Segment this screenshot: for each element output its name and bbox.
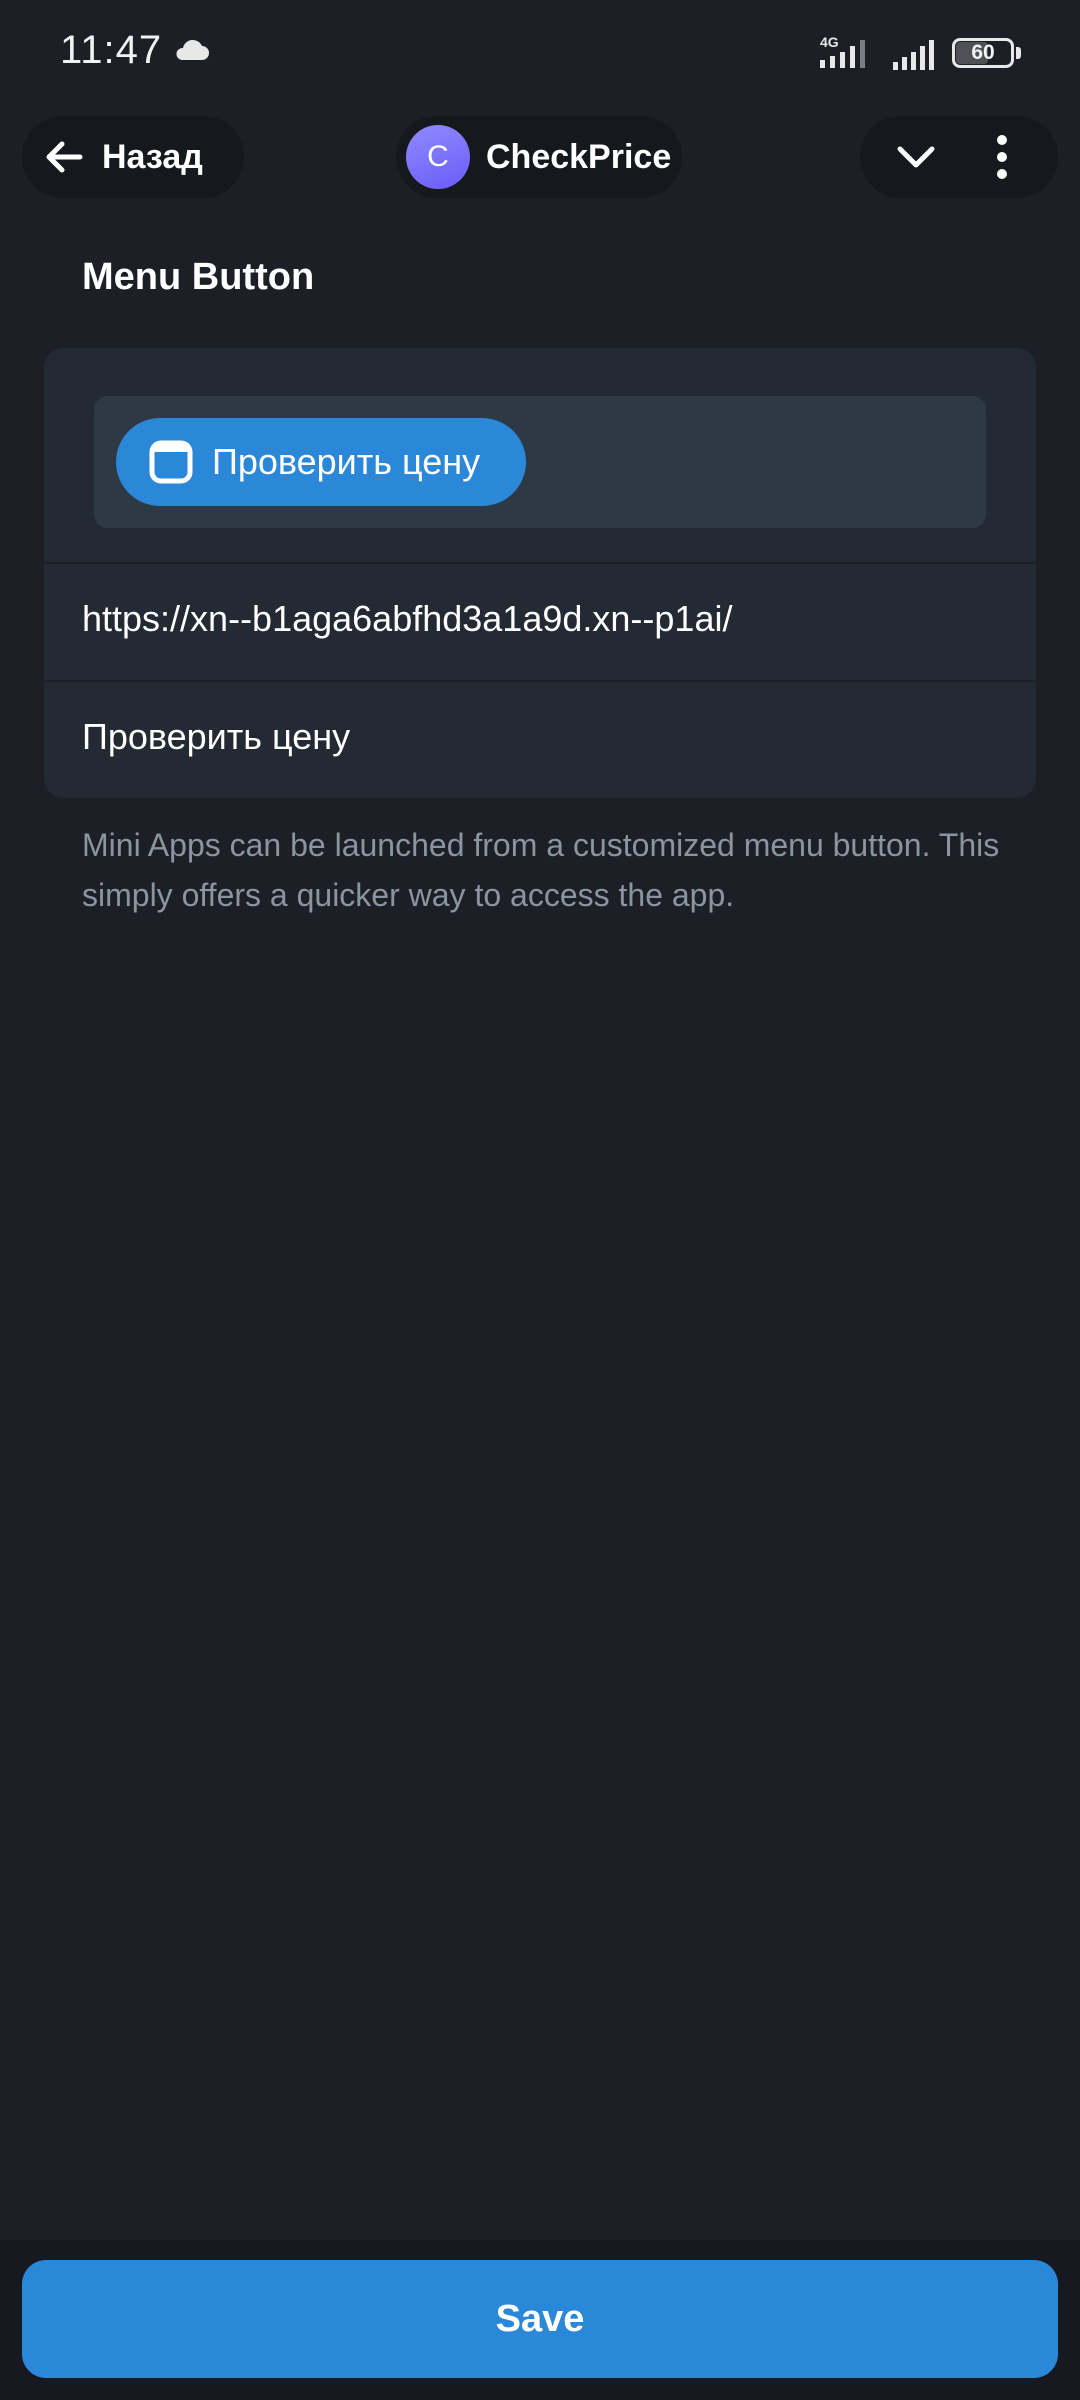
signal-4g-icon: 4G — [820, 34, 865, 68]
button-text-field[interactable]: Проверить цену — [82, 716, 1002, 758]
header-actions — [860, 116, 1058, 198]
battery-percent: 60 — [971, 41, 995, 64]
section-title: Menu Button — [82, 256, 315, 298]
avatar: C — [406, 125, 470, 189]
app-name: CheckPrice — [486, 137, 672, 176]
status-time: 11:47 — [60, 28, 163, 72]
arrow-left-icon — [46, 141, 83, 173]
battery-tip — [1016, 47, 1021, 59]
status-bar: 11:47 4G 60 — [0, 0, 1080, 110]
webapp-icon — [149, 440, 193, 484]
back-button[interactable]: Назад — [22, 116, 244, 198]
battery-icon: 60 — [952, 38, 1022, 70]
menu-button-preview-label: Проверить цену — [212, 441, 481, 482]
chevron-down-icon[interactable] — [892, 135, 940, 179]
more-vertical-icon[interactable] — [990, 134, 1014, 180]
menu-button-card: Проверить цену https://xn--b1aga6abfhd3a… — [44, 348, 1036, 798]
divider — [44, 562, 1036, 564]
signal-icon — [893, 40, 934, 70]
menu-button-preview: Проверить цену — [94, 396, 986, 528]
hint-text: Mini Apps can be launched from a customi… — [82, 827, 1000, 913]
cloud-icon — [176, 39, 209, 60]
menu-button-preview-chip[interactable]: Проверить цену — [116, 418, 526, 506]
url-field[interactable]: https://xn--b1aga6abfhd3a1a9d.xn--p1ai/ — [82, 598, 1002, 640]
divider — [44, 680, 1036, 682]
app-title-pill[interactable]: C CheckPrice — [396, 116, 682, 198]
save-button[interactable]: Save — [22, 2260, 1058, 2378]
back-label: Назад — [102, 137, 203, 176]
network-type-label: 4G — [820, 34, 839, 50]
